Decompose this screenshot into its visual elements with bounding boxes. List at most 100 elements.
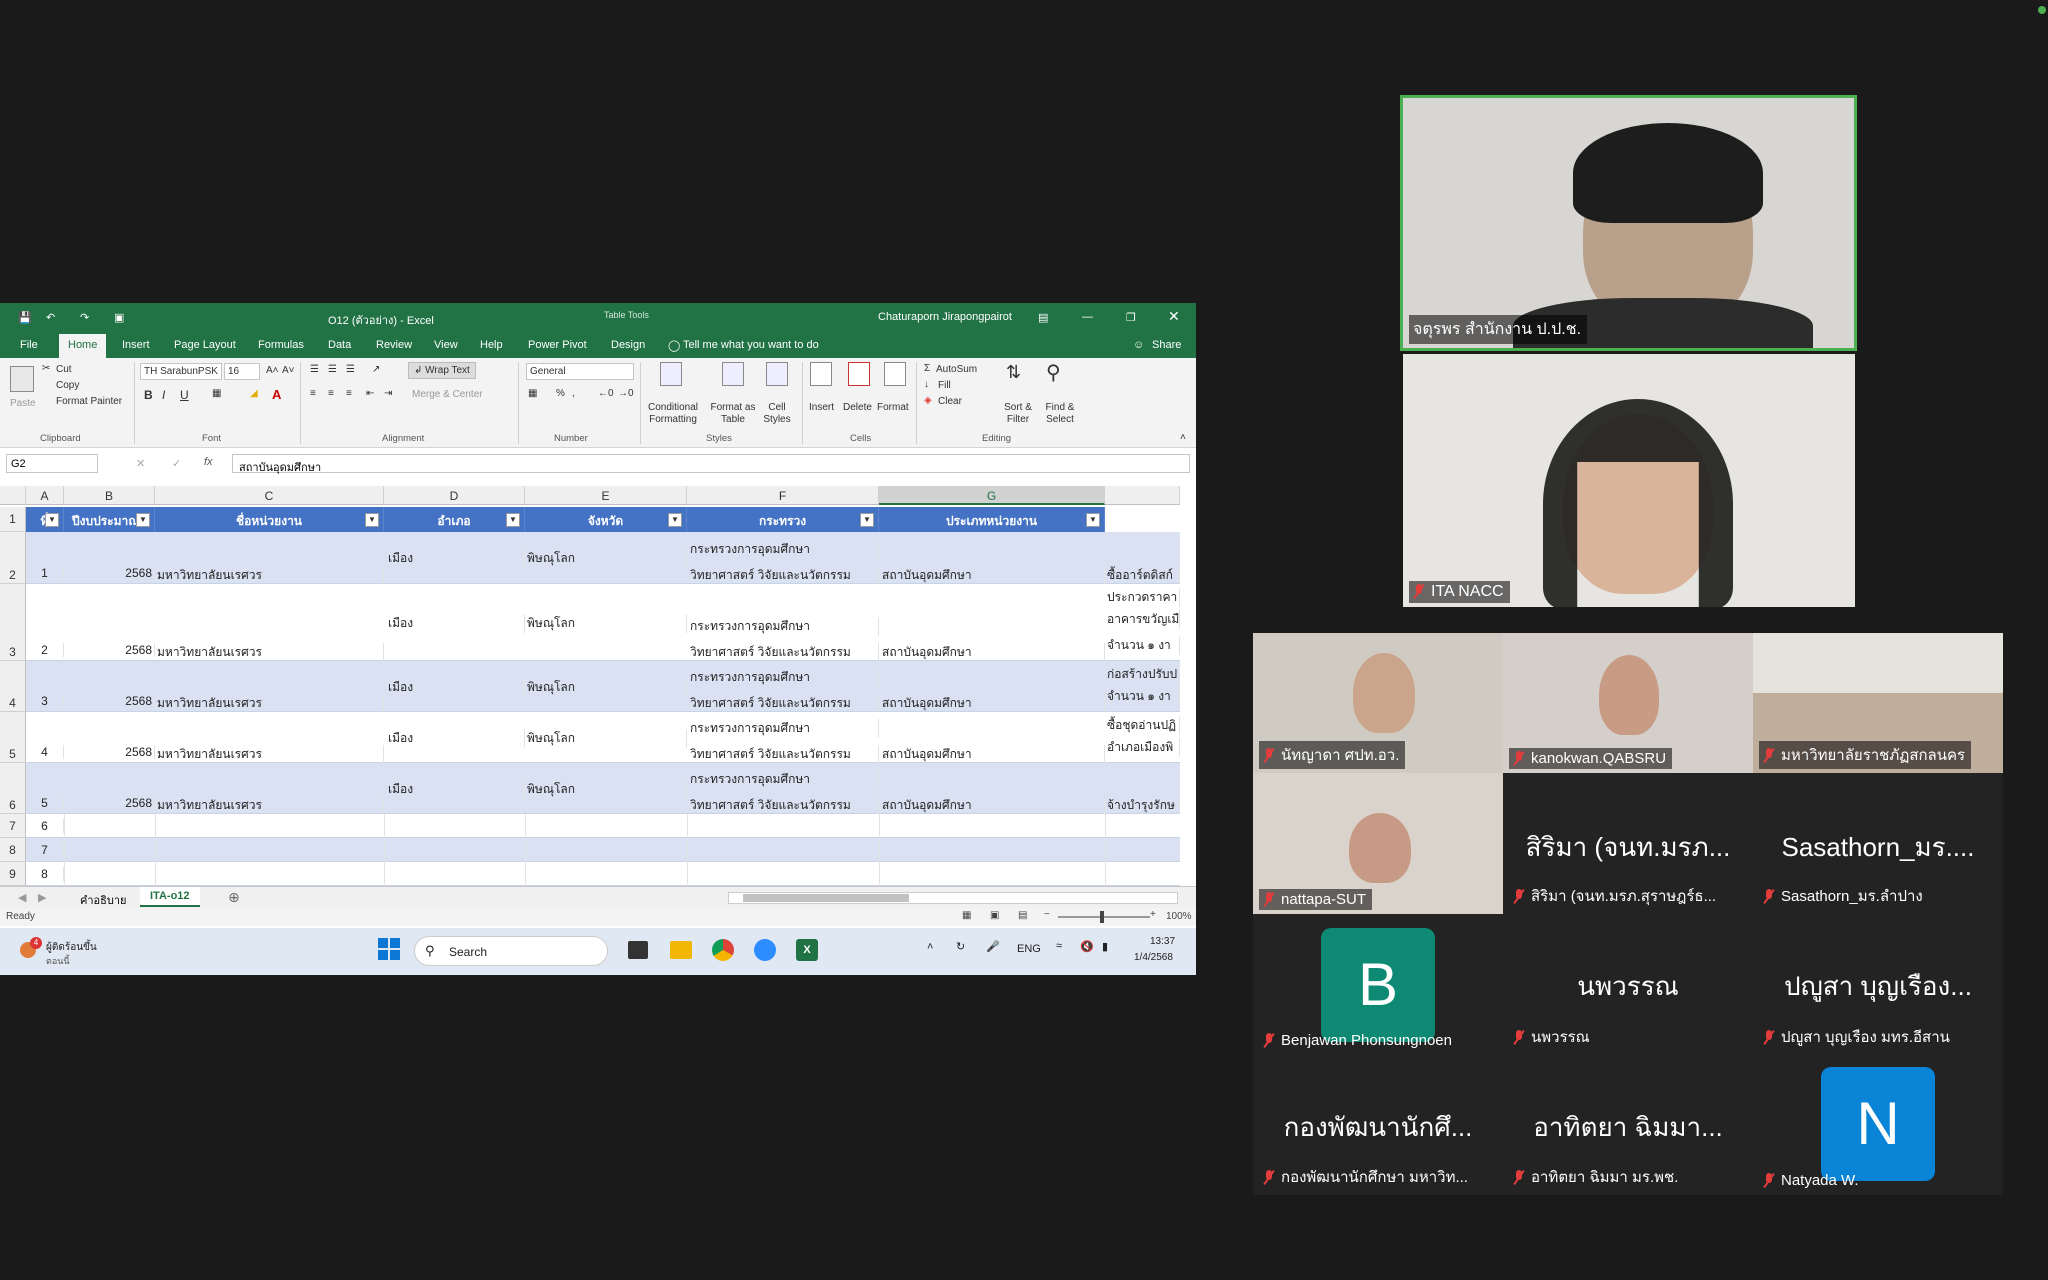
cell-ministry-line1[interactable]: กระทรวงการอุดมศึกษา <box>687 719 879 738</box>
copy-button[interactable]: Copy <box>56 380 79 391</box>
decrease-indent-icon[interactable]: ⇤ <box>366 388 374 399</box>
cell-district[interactable]: เมือง <box>384 549 525 568</box>
cell-description-line1[interactable]: ซื้ออาร์ตดิสก์ <box>1105 566 1180 585</box>
redo-icon[interactable]: ↷ <box>80 311 89 324</box>
tab-review[interactable]: Review <box>376 339 412 351</box>
tab-file[interactable]: File <box>20 339 38 351</box>
chrome-icon[interactable] <box>712 939 734 961</box>
video-tile[interactable]: Sasathorn_มร.... Sasathorn_มร.ลำปาง <box>1753 773 2003 914</box>
zoom-out-icon[interactable]: − <box>1044 909 1050 920</box>
cell-year[interactable]: 2568 <box>64 745 155 759</box>
cell-year[interactable]: 2568 <box>64 694 155 708</box>
cell-description-line1[interactable]: ประกวดราคา <box>1105 588 1180 607</box>
cell-province[interactable]: พิษณุโลก <box>525 549 687 568</box>
cell-no[interactable]: 7 <box>26 843 64 857</box>
cell-province[interactable]: พิษณุโลก <box>525 678 687 697</box>
filter-dropdown-icon[interactable]: ▼ <box>506 513 520 527</box>
cell-district[interactable]: เมือง <box>384 614 525 633</box>
video-tile[interactable]: ITA NACC <box>1403 354 1855 607</box>
ribbon-display-icon[interactable]: ▤ <box>1038 311 1048 324</box>
column-header-c[interactable]: C <box>155 486 384 505</box>
cell-no[interactable]: 2 <box>26 643 64 657</box>
volume-icon[interactable]: 🔇 <box>1080 940 1094 953</box>
column-header-g[interactable]: G <box>879 486 1105 505</box>
wrap-text-button[interactable]: ↲ Wrap Text <box>408 362 476 379</box>
cell-org-name[interactable]: มหาวิทยาลัยนเรศวร <box>155 796 384 815</box>
tab-insert[interactable]: Insert <box>122 339 150 351</box>
paste-button[interactable]: Paste <box>10 398 36 409</box>
filter-dropdown-icon[interactable]: ▼ <box>365 513 379 527</box>
clear-icon[interactable]: ◈ <box>924 395 932 406</box>
percent-icon[interactable]: % <box>556 388 565 399</box>
cell-district[interactable]: เมือง <box>384 729 525 748</box>
formula-input[interactable]: สถาบันอุดมศึกษา <box>232 454 1190 474</box>
font-color-icon[interactable]: A <box>272 387 281 402</box>
font-size-select[interactable]: 16 <box>224 363 260 380</box>
merge-center-button[interactable]: Merge & Center <box>412 389 483 400</box>
battery-icon[interactable]: ▮ <box>1102 940 1108 953</box>
align-left-icon[interactable]: ≡ <box>310 388 316 399</box>
format-as-table-button[interactable]: Format as Table <box>708 402 758 426</box>
file-explorer-icon[interactable] <box>670 941 692 959</box>
cell-description-line2[interactable]: จำนวน ๑ งา <box>1105 687 1180 706</box>
name-box[interactable]: G2 <box>6 454 98 473</box>
find-select-button[interactable]: Find & Select <box>1040 402 1080 426</box>
cell-district[interactable]: เมือง <box>384 678 525 697</box>
sort-filter-button[interactable]: Sort & Filter <box>998 402 1038 426</box>
row-header[interactable]: 3 <box>0 584 26 661</box>
increase-font-icon[interactable]: A˄ <box>266 365 279 376</box>
column-header-h[interactable] <box>1105 486 1180 505</box>
row-header[interactable]: 4 <box>0 661 26 712</box>
video-tile[interactable]: ปญูสา บุญเรือง... ปญูสา บุญเรือง มทร.อีส… <box>1753 914 2003 1055</box>
restore-icon[interactable]: ❐ <box>1126 311 1136 324</box>
bold-icon[interactable]: B <box>144 388 153 402</box>
cell-ministry-line2[interactable]: วิทยาศาสตร์ วิจัยและนวัตกรรม <box>687 694 879 713</box>
cell-description-line2[interactable]: อาคารขวัญเมื <box>1105 610 1180 629</box>
decrease-font-icon[interactable]: A˅ <box>282 365 295 376</box>
decrease-decimal-icon[interactable]: →0 <box>618 388 634 399</box>
normal-view-icon[interactable]: ▦ <box>962 910 971 921</box>
cell-org-name[interactable]: มหาวิทยาลัยนเรศวร <box>155 745 384 764</box>
video-tile-active-speaker[interactable]: จตุรพร สำนักงาน ป.ป.ช. <box>1400 95 1857 351</box>
cell-ministry-line2[interactable]: วิทยาศาสตร์ วิจัยและนวัตกรรม <box>687 796 879 815</box>
zoom-in-icon[interactable]: + <box>1150 909 1156 920</box>
cancel-icon[interactable]: ✕ <box>136 457 145 470</box>
weather-text[interactable]: ผู้ติดร้อนขึ้น <box>46 940 97 955</box>
cell-description-line3[interactable]: จำนวน ๑ งา <box>1105 636 1180 655</box>
cell-no[interactable]: 8 <box>26 867 64 881</box>
row-header[interactable]: 2 <box>0 532 26 584</box>
format-painter-button[interactable]: Format Painter <box>56 396 122 407</box>
zoom-slider-thumb[interactable] <box>1100 911 1104 923</box>
sync-icon[interactable]: ↻ <box>956 940 965 953</box>
row-header[interactable]: 5 <box>0 712 26 763</box>
find-select-icon[interactable]: ⚲ <box>1046 360 1061 385</box>
cell-org-type[interactable]: สถาบันอุดมศึกษา <box>879 745 1105 764</box>
share-button[interactable]: Share <box>1152 339 1181 351</box>
insert-cells-icon[interactable] <box>810 362 832 386</box>
tab-help[interactable]: Help <box>480 339 503 351</box>
insert-function-icon[interactable]: fx <box>204 456 213 468</box>
cell-org-type[interactable]: สถาบันอุดมศึกษา <box>879 694 1105 713</box>
borders-icon[interactable]: ▦ <box>212 388 221 399</box>
print-preview-icon[interactable]: ▣ <box>114 311 124 324</box>
row-header[interactable]: 9 <box>0 862 26 886</box>
cell-year[interactable]: 2568 <box>64 566 155 580</box>
autosum-button[interactable]: AutoSum <box>936 364 977 375</box>
task-view-icon[interactable] <box>628 941 648 959</box>
column-header-d[interactable]: D <box>384 486 525 505</box>
align-top-icon[interactable]: ☰ <box>310 364 319 375</box>
cell-description-line1[interactable]: ซื้อชุดอ่านปฏิ <box>1105 716 1180 735</box>
delete-cells-icon[interactable] <box>848 362 870 386</box>
cell-year[interactable]: 2568 <box>64 643 155 657</box>
align-right-icon[interactable]: ≡ <box>346 388 352 399</box>
column-header-b[interactable]: B <box>64 486 155 505</box>
clear-button[interactable]: Clear <box>938 396 962 407</box>
language-indicator[interactable]: ENG <box>1017 943 1041 955</box>
fill-color-icon[interactable]: ◢ <box>250 388 258 399</box>
cell-org-type[interactable]: สถาบันอุดมศึกษา <box>879 566 1105 585</box>
show-hidden-icons[interactable]: ˄ <box>927 941 933 953</box>
cell-province[interactable]: พิษณุโลก <box>525 729 687 748</box>
cell-no[interactable]: 5 <box>26 796 64 810</box>
filter-dropdown-icon[interactable]: ▼ <box>860 513 874 527</box>
tab-view[interactable]: View <box>434 339 458 351</box>
